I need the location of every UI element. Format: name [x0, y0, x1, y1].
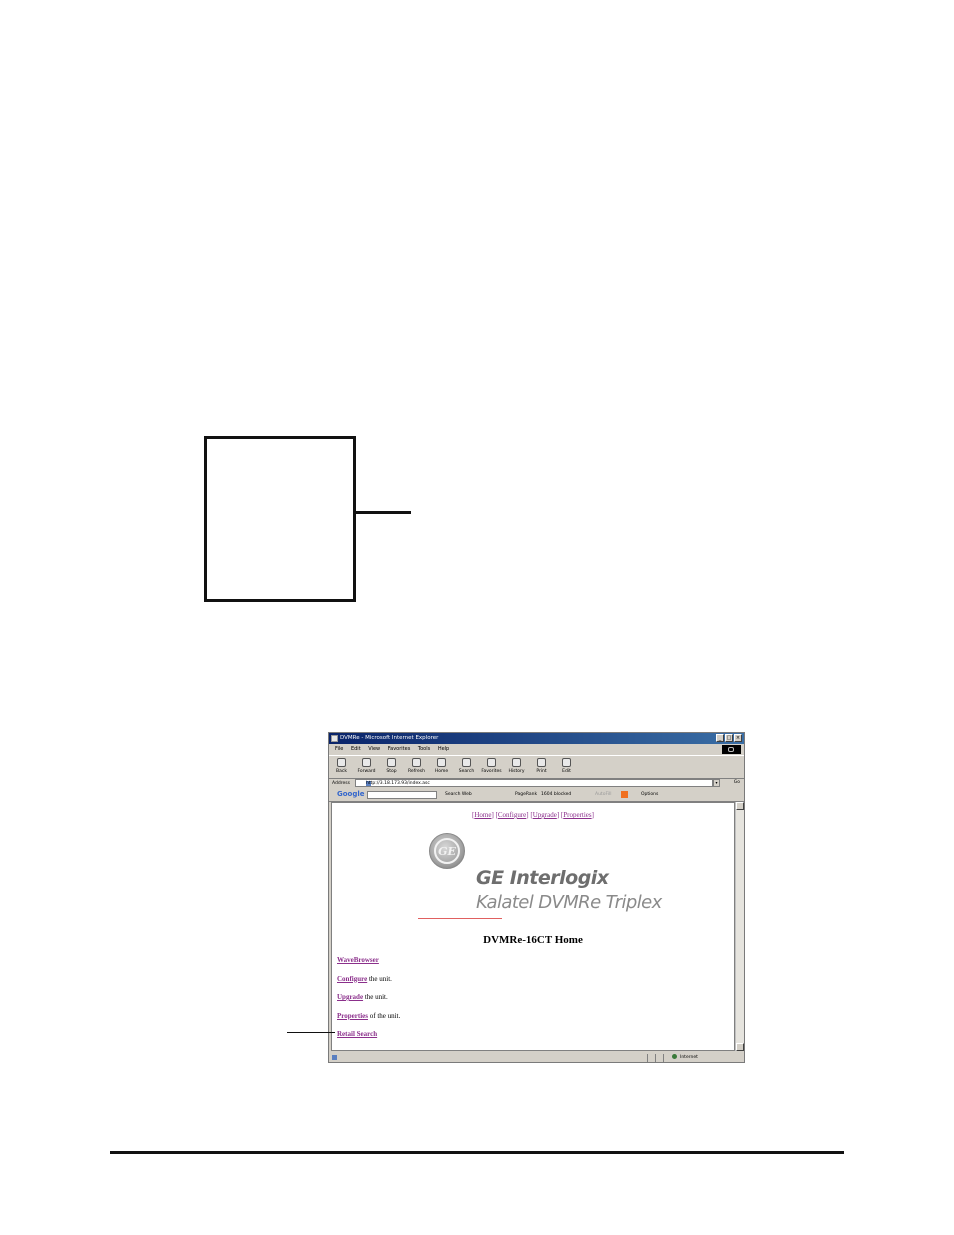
- link-properties[interactable]: Properties: [337, 1012, 368, 1020]
- vertical-scrollbar[interactable]: [735, 802, 744, 1051]
- google-toolbar: Google Search Web PageRank 1604 blocked …: [329, 789, 744, 802]
- title-bar: DVMRe - Microsoft Internet Explorer _ □ …: [329, 733, 744, 744]
- stop-button[interactable]: Stop: [379, 756, 404, 778]
- nav-link-configure[interactable]: Configure: [498, 811, 526, 819]
- google-search-input[interactable]: [367, 791, 437, 799]
- list-item: Upgrade the unit.: [337, 993, 388, 1001]
- address-dropdown-button[interactable]: ▾: [713, 779, 720, 787]
- page-title: DVMRe-16CT Home: [483, 934, 583, 946]
- print-icon: [537, 758, 546, 767]
- link-upgrade[interactable]: Upgrade: [337, 993, 363, 1001]
- stop-icon: [387, 758, 396, 767]
- top-nav-links: [Home] [Configure] [Upgrade] [Properties…: [472, 811, 594, 819]
- pagerank-indicator: PageRank: [515, 792, 538, 797]
- refresh-icon: [412, 758, 421, 767]
- forward-button[interactable]: Forward: [354, 756, 379, 778]
- product-name: Kalatel DVMRe Triplex: [476, 892, 662, 913]
- internet-zone-icon: [672, 1054, 677, 1059]
- menu-favorites[interactable]: Favorites: [388, 744, 411, 754]
- list-item: Configure the unit.: [337, 974, 392, 983]
- forward-icon: [362, 758, 371, 767]
- window-title: DVMRe - Microsoft Internet Explorer: [340, 735, 439, 741]
- search-button[interactable]: Search: [454, 756, 479, 778]
- minimize-button[interactable]: _: [716, 734, 724, 742]
- close-button[interactable]: ×: [734, 734, 742, 742]
- home-button[interactable]: Home: [429, 756, 454, 778]
- list-item: WaveBrowser: [337, 956, 400, 975]
- menu-tools[interactable]: Tools: [418, 744, 430, 754]
- autofill-button[interactable]: AutoFill: [595, 792, 611, 797]
- address-bar: Address http://3.18.173.93/index.asc ▾ G…: [329, 778, 744, 789]
- home-icon: [437, 758, 446, 767]
- menu-help[interactable]: Help: [438, 744, 449, 754]
- history-icon: [512, 758, 521, 767]
- security-zone: Internet: [672, 1054, 698, 1060]
- callout-box: [204, 436, 356, 602]
- menu-file[interactable]: File: [335, 744, 343, 754]
- browser-window: DVMRe - Microsoft Internet Explorer _ □ …: [328, 732, 745, 1063]
- nav-link-properties[interactable]: Properties: [563, 811, 591, 819]
- link-retail-search[interactable]: Retail Search: [337, 1030, 377, 1038]
- ge-monogram-icon: GE: [429, 833, 465, 869]
- back-icon: [337, 758, 346, 767]
- ie-icon: [331, 735, 338, 742]
- search-web-button[interactable]: Search Web: [445, 792, 472, 797]
- nav-link-home[interactable]: Home: [474, 811, 491, 819]
- callout-leader-line: [353, 511, 411, 514]
- page-viewport: [Home] [Configure] [Upgrade] [Properties…: [331, 802, 735, 1051]
- status-bar: Internet: [329, 1052, 744, 1062]
- list-item: Retail Search: [337, 1030, 400, 1049]
- pointer-line: [287, 1032, 335, 1033]
- popup-blocker-count[interactable]: 1604 blocked: [541, 792, 571, 797]
- refresh-button[interactable]: Refresh: [404, 756, 429, 778]
- toolbar: Back Forward Stop Refresh Home Search Fa…: [329, 755, 744, 779]
- scroll-up-button[interactable]: [736, 802, 744, 810]
- favorites-icon: [487, 758, 496, 767]
- search-icon: [462, 758, 471, 767]
- back-button[interactable]: Back: [329, 756, 354, 778]
- edit-icon: [562, 758, 571, 767]
- maximize-button[interactable]: □: [725, 734, 733, 742]
- footer-rule: [110, 1151, 844, 1154]
- link-wavebrowser[interactable]: WaveBrowser: [337, 956, 379, 964]
- favorites-button[interactable]: Favorites: [479, 756, 504, 778]
- go-button[interactable]: Go: [734, 780, 740, 785]
- address-input[interactable]: http://3.18.173.93/index.asc: [355, 779, 713, 787]
- print-button[interactable]: Print: [529, 756, 554, 778]
- link-configure[interactable]: Configure: [337, 975, 367, 983]
- brand-name: GE Interlogix: [476, 867, 609, 889]
- highlight-icon[interactable]: [621, 791, 628, 798]
- link-list: WaveBrowser Configure the unit. Upgrade …: [337, 956, 400, 1049]
- options-button[interactable]: Options: [641, 792, 658, 797]
- windows-logo-icon: [722, 745, 741, 754]
- address-value: http://3.18.173.93/index.asc: [366, 781, 430, 786]
- google-logo[interactable]: Google: [337, 790, 365, 798]
- address-label: Address: [332, 781, 350, 786]
- nav-link-upgrade[interactable]: Upgrade: [533, 811, 557, 819]
- menu-bar: File Edit View Favorites Tools Help: [329, 744, 744, 754]
- list-item: Properties of the unit.: [337, 1011, 401, 1020]
- scroll-down-button[interactable]: [736, 1043, 744, 1051]
- page-status-icon: [332, 1055, 337, 1060]
- edit-button[interactable]: Edit: [554, 756, 579, 778]
- accent-divider: [418, 918, 502, 919]
- menu-edit[interactable]: Edit: [351, 744, 361, 754]
- menu-view[interactable]: View: [368, 744, 380, 754]
- history-button[interactable]: History: [504, 756, 529, 778]
